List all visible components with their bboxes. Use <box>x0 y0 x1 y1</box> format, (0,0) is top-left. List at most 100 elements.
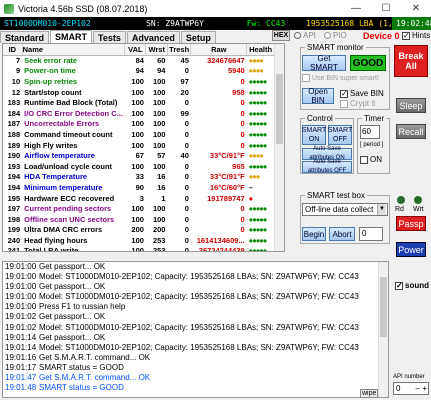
tab-setup[interactable]: Setup <box>180 31 216 43</box>
col-raw[interactable]: Raw <box>190 44 248 56</box>
table-row[interactable]: 197 Current pending sectors 100 100 0 0 ●●●●● <box>3 203 275 214</box>
log-text: Model: ST1000DM010-2EP102; Capacity: 195… <box>39 272 359 282</box>
wrt-led-icon <box>414 196 422 204</box>
log-time: 19:01:47 <box>5 373 37 383</box>
cell-name: Head flying hours <box>24 235 88 245</box>
test-type-select[interactable]: Off-line data collect ▼ <box>302 203 388 216</box>
cell-val: 100 <box>131 140 144 150</box>
save-bin-checkbox[interactable]: Save BIN <box>340 89 384 98</box>
maximize-icon[interactable]: ☐ <box>371 0 401 17</box>
cell-wrst: 100 <box>152 214 166 224</box>
table-row[interactable]: 187 Uncorrectable Errors 100 100 0 0 ●●●●● <box>3 119 275 130</box>
table-row[interactable]: 184 I/O CRC Error Detection C... 100 100 99 0… <box>3 108 275 119</box>
abort-button[interactable]: Abort <box>329 227 355 241</box>
table-scrollbar[interactable] <box>274 44 284 251</box>
close-icon[interactable]: ✕ <box>401 0 431 17</box>
table-row[interactable]: 198 Offline scan UNC sectors 100 100 0 0 ●●●●● <box>3 214 275 225</box>
cell-id: 189 <box>7 140 21 150</box>
minus-icon[interactable]: – <box>416 383 420 394</box>
table-row[interactable]: 188 Command timeout count 100 100 0 0 ●●●●● <box>3 129 275 140</box>
api-radio[interactable]: API <box>294 31 316 40</box>
sound-checkbox[interactable]: sound <box>395 281 429 290</box>
autosave-off-button[interactable]: Auto Save attributes OFF <box>302 159 352 174</box>
table-row[interactable]: 199 Ultra DMA CRC errors 200 200 0 0 ●●●●● <box>3 225 275 236</box>
col-val[interactable]: VAL <box>124 44 147 56</box>
tab-tests[interactable]: Tests <box>93 31 126 43</box>
smart-on-button[interactable]: SMART ON <box>302 125 326 145</box>
pio-radio[interactable]: PIO <box>324 31 347 40</box>
table-row[interactable]: 183 Runtime Bad Block (Total) 100 100 0 0 ●●●●… <box>3 97 275 108</box>
col-name[interactable]: Name <box>22 44 126 56</box>
crypt-it-checkbox[interactable]: Crypt it <box>340 99 375 108</box>
use-bin-checkbox[interactable]: Use BIN super smart! <box>302 74 379 82</box>
splitter[interactable] <box>2 254 387 259</box>
cell-raw: 191789747 <box>207 193 245 203</box>
cell-val: 100 <box>131 129 144 139</box>
table-row[interactable]: 193 Load/unload cycle count 100 100 0 965 ●●●●… <box>3 161 275 172</box>
tab-advanced[interactable]: Advanced <box>126 31 180 43</box>
cell-tresh: 20 <box>180 87 189 97</box>
tab-smart[interactable]: SMART <box>50 30 93 43</box>
table-row[interactable]: 189 High Fly writes 100 100 0 0 ●●●●● <box>3 140 275 151</box>
hints-checkbox[interactable]: Hints <box>402 31 430 40</box>
log-text: Get passport... OK <box>39 312 106 322</box>
cell-raw: 0 <box>240 214 245 224</box>
cell-name: HDA Temperature <box>24 172 88 182</box>
cell-id: 190 <box>7 151 21 161</box>
table-row[interactable]: 241 Total LBA write 100 253 0 26724244439 ●●●●… <box>3 246 275 251</box>
cell-wrst: 94 <box>157 66 166 76</box>
table-row[interactable]: 12 Start/stop count 100 100 20 958 ●●●●● <box>3 87 275 98</box>
cell-health: ●●●●● <box>248 119 268 129</box>
table-row[interactable]: 194 Minimum temperature 90 16 0 16°C/60°F – <box>3 182 275 193</box>
break-all-button[interactable]: Break All <box>394 45 428 77</box>
open-bin-button[interactable]: Open BIN <box>302 87 334 105</box>
log-scrollbar[interactable] <box>378 262 388 397</box>
cell-tresh: 0 <box>184 193 189 203</box>
panel-title: SMART test box <box>305 191 367 200</box>
cell-tresh: 0 <box>184 204 189 214</box>
api-number-input[interactable]: 0– + <box>393 382 429 395</box>
plus-icon[interactable]: + <box>422 383 427 394</box>
table-row[interactable]: 195 Hardware ECC recovered 3 1 0 191789747 ● <box>3 193 275 204</box>
tab-standard[interactable]: Standard <box>0 31 50 43</box>
clock: 19:02:48 <box>392 17 431 30</box>
cell-name: Spin-up retries <box>24 76 78 86</box>
log-time: 19:01:17 <box>5 362 37 372</box>
table-row[interactable]: 190 Airflow temperature 67 57 40 33°C/91°F ●●●… <box>3 150 275 161</box>
test-value-input[interactable]: 0 <box>359 227 383 241</box>
col-id[interactable]: ID <box>3 44 23 56</box>
recall-button[interactable]: Recall <box>396 124 426 139</box>
col-wrst[interactable]: Wrst <box>145 44 168 56</box>
cell-val: 94 <box>135 66 144 76</box>
chevron-down-icon[interactable]: ▼ <box>377 204 386 215</box>
hex-button[interactable]: HEX <box>272 30 290 41</box>
table-row[interactable]: 7 Seek error rate 84 60 45 324676647 ●●●● <box>3 55 275 66</box>
cell-wrst: 16 <box>157 172 166 182</box>
timer-input[interactable]: 60 <box>360 125 380 139</box>
cell-val: 100 <box>131 214 144 224</box>
power-button[interactable]: Power <box>396 242 426 257</box>
get-smart-button[interactable]: Get SMART <box>302 54 346 72</box>
drive-serial: SN: Z9ATWP6Y <box>146 19 204 28</box>
smart-off-button[interactable]: SMART OFF <box>328 125 352 145</box>
table-row[interactable]: 10 Spin-up retries 100 100 97 0 ●●●●● <box>3 76 275 87</box>
minimize-icon[interactable]: — <box>341 0 371 17</box>
table-row[interactable]: 240 Head flying hours 100 253 0 1614134609...… <box>3 235 275 246</box>
scroll-thumb[interactable] <box>276 74 283 144</box>
wipe-button[interactable]: wipe <box>360 389 379 398</box>
cell-tresh: 0 <box>184 172 189 182</box>
scroll-thumb[interactable] <box>380 277 387 337</box>
cell-wrst: 16 <box>157 182 166 192</box>
cell-tresh: 0 <box>184 140 189 150</box>
begin-button[interactable]: Begin <box>302 227 326 241</box>
cell-raw: 0 <box>240 204 245 214</box>
passp-button[interactable]: Passp <box>396 216 426 231</box>
sleep-button[interactable]: Sleep <box>396 98 426 113</box>
col-tresh[interactable]: Tresh <box>167 44 192 56</box>
table-row[interactable]: 9 Power-on time 94 94 0 5940 ●●●● <box>3 66 275 77</box>
cell-wrst: 100 <box>152 161 166 171</box>
table-row[interactable]: 194 HDA Temperature 33 16 0 33°C/91°F ●●● <box>3 172 275 183</box>
cell-id: 197 <box>7 204 21 214</box>
col-health[interactable]: Health <box>246 44 275 56</box>
timer-on-checkbox[interactable]: ON <box>360 155 382 164</box>
